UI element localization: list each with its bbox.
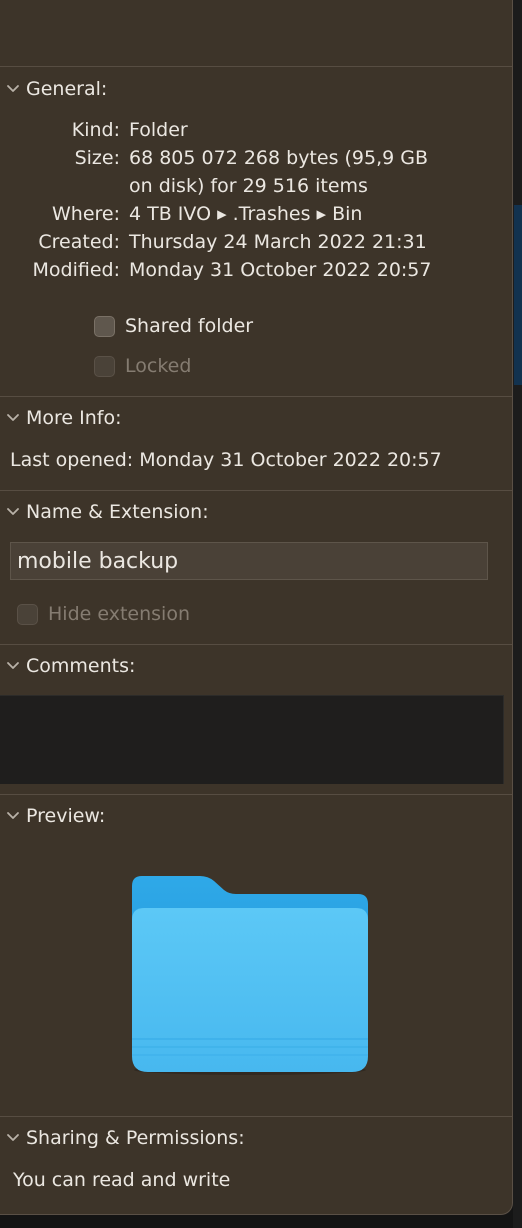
size-value: 68 805 072 268 bytes (95,9 GB [129, 147, 429, 169]
section-more-info-title: More Info: [26, 407, 122, 429]
created-label: Created: [38, 231, 120, 253]
background-window-edge [513, 0, 522, 1228]
created-value: Thursday 24 March 2022 21:31 [129, 231, 427, 253]
hide-extension-label: Hide extension [48, 603, 190, 625]
section-name-extension-title: Name & Extension: [26, 501, 209, 523]
last-opened-row: Last opened: Monday 31 October 2022 20:5… [10, 446, 442, 474]
name-field[interactable] [10, 542, 488, 580]
chevron-down-icon[interactable] [0, 1124, 26, 1152]
locked-checkbox [94, 355, 115, 377]
modified-value: Monday 31 October 2022 20:57 [129, 259, 432, 281]
chevron-down-icon[interactable] [0, 498, 26, 526]
hide-extension-checkbox [17, 603, 38, 625]
info-panel: General: Kind: Folder Size: 68 805 072 2… [0, 0, 513, 1215]
size-label: Size: [74, 147, 120, 169]
section-preview-title: Preview: [26, 805, 106, 827]
shared-folder-checkbox[interactable] [94, 315, 115, 337]
section-preview-header[interactable]: Preview: [0, 802, 105, 830]
section-general-header[interactable]: General: [0, 75, 107, 103]
kind-label: Kind: [71, 119, 120, 141]
locked-option: Locked [94, 352, 191, 380]
shared-folder-option[interactable]: Shared folder [94, 312, 253, 340]
section-more-info-header[interactable]: More Info: [0, 404, 122, 432]
chevron-down-icon[interactable] [0, 652, 26, 680]
divider [0, 396, 512, 397]
last-opened-value: Monday 31 October 2022 20:57 [139, 449, 442, 471]
section-name-extension-header[interactable]: Name & Extension: [0, 498, 209, 526]
shared-folder-label: Shared folder [125, 315, 254, 337]
modified-label: Modified: [32, 259, 120, 281]
last-opened-label: Last opened: [10, 449, 134, 471]
where-value: 4 TB IVO ▸ .Trashes ▸ Bin [129, 203, 363, 225]
divider [0, 66, 512, 67]
section-comments-header[interactable]: Comments: [0, 652, 135, 680]
chevron-down-icon[interactable] [0, 404, 26, 432]
folder-icon [128, 870, 372, 1076]
divider [0, 1116, 512, 1117]
kind-value: Folder [129, 119, 188, 141]
comments-textarea[interactable] [0, 695, 504, 784]
section-sharing-header[interactable]: Sharing & Permissions: [0, 1124, 245, 1152]
divider [0, 490, 512, 491]
locked-label: Locked [125, 355, 192, 377]
where-label: Where: [51, 203, 120, 225]
section-comments-title: Comments: [26, 655, 136, 677]
hide-extension-option: Hide extension [17, 600, 190, 628]
size-value-continued: on disk) for 29 516 items [129, 175, 368, 197]
section-general-title: General: [26, 78, 108, 100]
chevron-down-icon[interactable] [0, 802, 26, 830]
permission-status: You can read and write [13, 1169, 231, 1191]
chevron-down-icon[interactable] [0, 75, 26, 103]
divider [0, 644, 512, 645]
section-sharing-title: Sharing & Permissions: [26, 1127, 245, 1149]
divider [0, 794, 512, 795]
